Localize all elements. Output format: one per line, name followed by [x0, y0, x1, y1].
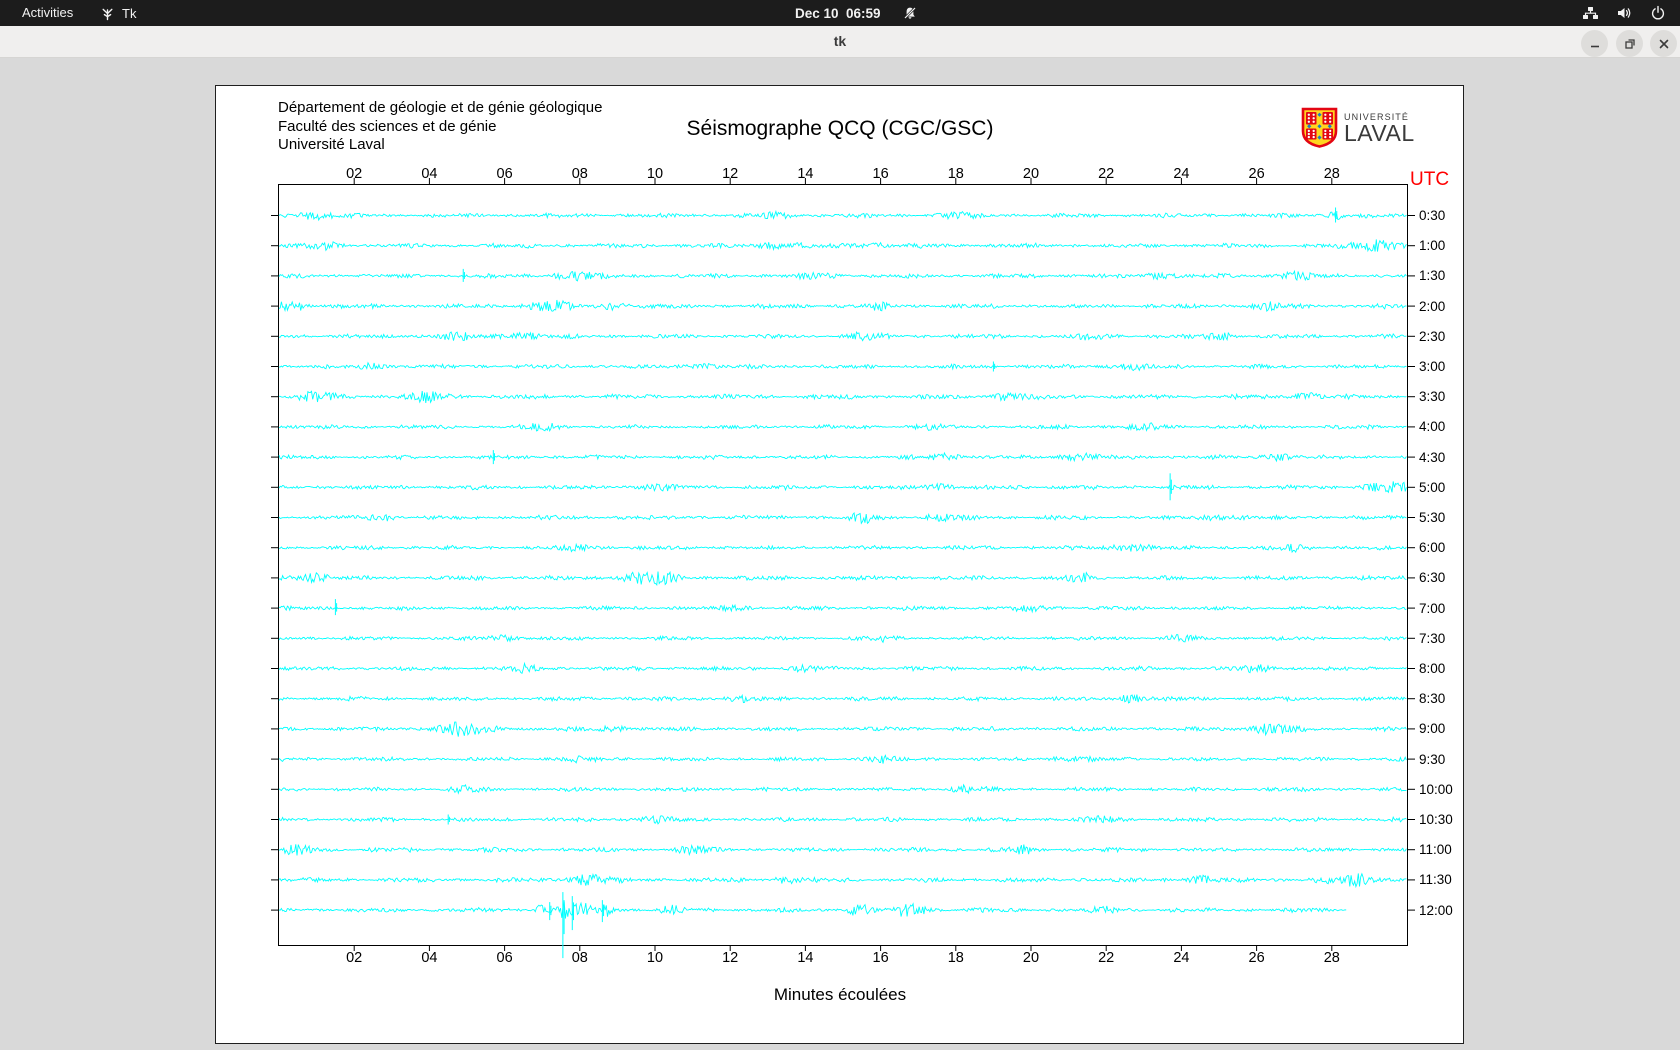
seismogram-trace	[278, 361, 1407, 372]
x-tick-label-top: 02	[346, 166, 363, 182]
x-tick-label-bottom: 18	[947, 950, 964, 966]
x-tick-label-top: 20	[1022, 166, 1040, 182]
restore-icon	[1624, 38, 1635, 49]
seismogram-trace	[278, 843, 1407, 857]
power-icon	[1651, 5, 1665, 20]
trace-time-label: 11:00	[1419, 842, 1452, 858]
system-status-area[interactable]	[1582, 0, 1666, 26]
seismogram-trace	[278, 422, 1407, 432]
trace-time-label: 9:30	[1419, 751, 1446, 767]
trace-time-label: 3:00	[1419, 359, 1446, 374]
seismogram-trace	[278, 603, 1407, 614]
x-tick-label-bottom: 10	[646, 950, 664, 966]
trace-time-label: 10:30	[1419, 812, 1453, 827]
x-tick-label-bottom: 20	[1022, 950, 1040, 966]
x-tick-label-bottom: 08	[571, 950, 588, 966]
trace-time-label: 5:00	[1419, 479, 1446, 495]
seismogram-trace	[278, 209, 1407, 222]
desktop: Activities Tk Dec 10 06:59 tk Départemen…	[0, 0, 1680, 1050]
seismograph-canvas: Département de géologie et de génie géol…	[215, 85, 1464, 1044]
app-indicator-tk[interactable]: Tk	[100, 0, 136, 26]
x-tick-label-top: 14	[797, 166, 814, 182]
seismogram-trace	[278, 783, 1407, 795]
x-tick-label-bottom: 28	[1323, 950, 1340, 966]
trace-time-label: 12:00	[1419, 902, 1453, 918]
x-tick-label-bottom: 22	[1098, 950, 1115, 966]
trace-time-label: 1:00	[1419, 238, 1446, 254]
clock-text: Dec 10 06:59	[795, 5, 881, 21]
trace-time-label: 7:00	[1419, 600, 1446, 616]
trace-time-label: 2:30	[1419, 328, 1446, 344]
window-title: tk	[833, 33, 847, 49]
seismogram-trace	[279, 331, 1407, 342]
seismogram-trace	[278, 451, 1407, 463]
trace-time-label: 5:30	[1419, 510, 1446, 525]
x-tick-label-bottom: 06	[496, 950, 513, 966]
speaker-icon	[1618, 8, 1631, 18]
x-tick-label-top: 08	[571, 166, 588, 182]
x-tick-label-top: 12	[722, 166, 739, 182]
x-tick-label-bottom: 14	[797, 950, 814, 966]
seismogram-trace	[278, 570, 1407, 587]
x-axis-title: Minutes écoulées	[773, 985, 907, 1004]
x-tick-label-top: 18	[947, 166, 964, 182]
x-tick-label-bottom: 26	[1248, 950, 1265, 966]
app-indicator-label: Tk	[122, 5, 137, 21]
x-tick-label-top: 26	[1248, 166, 1265, 182]
trace-time-label: 6:00	[1419, 540, 1446, 556]
x-tick-label-top: 16	[872, 166, 889, 182]
seismogram-trace	[278, 634, 1407, 644]
trace-time-label: 11:30	[1419, 872, 1452, 888]
seismogram-trace	[278, 872, 1407, 889]
x-tick-label-top: 28	[1323, 166, 1340, 182]
seismogram-trace	[278, 481, 1407, 494]
x-tick-label-bottom: 12	[722, 950, 739, 966]
trace-time-label: 6:30	[1419, 570, 1446, 586]
trace-time-label: 0:30	[1419, 208, 1446, 223]
trace-time-label: 9:00	[1419, 721, 1446, 737]
seismogram-trace	[278, 661, 1407, 674]
x-tick-label-bottom: 02	[346, 950, 363, 966]
trace-time-label: 7:30	[1419, 630, 1446, 646]
tk-icon	[102, 8, 113, 20]
x-tick-label-top: 22	[1098, 166, 1115, 182]
seismogram-trace	[279, 390, 1407, 404]
close-button[interactable]	[1650, 30, 1677, 57]
trace-time-label: 10:00	[1419, 781, 1453, 797]
seismogram-trace	[279, 239, 1407, 253]
x-tick-label-top: 06	[496, 166, 513, 182]
minimize-icon	[1590, 45, 1599, 47]
seismogram-trace	[278, 754, 1407, 764]
maximize-button[interactable]	[1616, 30, 1643, 57]
trace-time-label: 1:30	[1419, 268, 1446, 284]
trace-time-label: 4:00	[1419, 419, 1446, 435]
trace-time-label: 3:30	[1419, 389, 1446, 405]
plot-svg	[271, 178, 1415, 959]
x-tick-label-top: 10	[646, 166, 664, 182]
bell-slash-icon	[903, 7, 916, 19]
activities-button[interactable]: Activities	[12, 0, 83, 26]
seismogram-trace	[278, 721, 1407, 737]
wired-network-icon	[1583, 7, 1598, 19]
x-tick-label-bottom: 24	[1173, 950, 1190, 966]
seismogram-trace	[278, 542, 1407, 554]
trace-time-label: 2:00	[1419, 298, 1446, 314]
x-tick-label-bottom: 16	[872, 950, 889, 966]
close-icon	[1659, 39, 1668, 48]
x-tick-label-bottom: 04	[421, 950, 438, 966]
seismogram-trace	[278, 901, 1347, 919]
trace-time-label: 8:30	[1419, 691, 1446, 707]
x-tick-label-top: 04	[421, 166, 438, 182]
seismogram-trace	[278, 511, 1407, 525]
minimize-button[interactable]	[1581, 30, 1608, 57]
clock-menu[interactable]: Dec 10 06:59	[795, 0, 918, 26]
x-tick-label-top: 24	[1173, 166, 1190, 182]
seismogram-trace	[278, 693, 1407, 704]
seismogram-trace	[278, 269, 1407, 282]
seismogram-trace	[278, 299, 1407, 313]
trace-time-label: 4:30	[1419, 449, 1446, 465]
gnome-top-bar: Activities Tk Dec 10 06:59	[0, 0, 1680, 26]
window-title-bar[interactable]: tk	[0, 26, 1680, 58]
trace-time-label: 8:00	[1419, 661, 1446, 676]
